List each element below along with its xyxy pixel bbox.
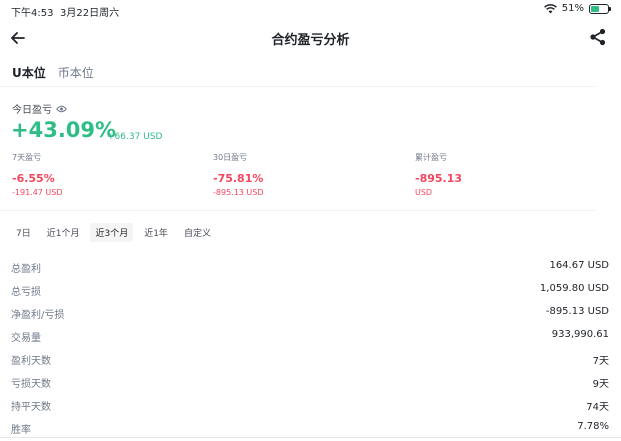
stat-label: 7天盈亏 [12,153,42,162]
range-tab-7d[interactable]: 7日 [11,223,36,242]
range-tab-1y[interactable]: 近1年 [139,223,173,242]
row-key: 持平天数 [11,402,51,413]
row-key: 亏损天数 [11,379,51,390]
today-pnl-usd: +66.37 USD [107,132,163,142]
battery-percent: 51% [561,3,584,14]
tab-coin-margined[interactable]: 币本位 [58,64,94,81]
row-value: 74天 [586,402,609,413]
status-date: 3月22日周六 [60,8,120,19]
list-item: 净盈利/亏损 -895.13 USD [0,300,621,323]
row-key: 净盈利/亏损 [11,310,65,321]
range-tab-1m[interactable]: 近1个月 [42,223,85,242]
page-title: 合约盈亏分析 [271,33,350,48]
status-time: 下午4:53 [11,8,54,19]
list-item: 交易量 933,990.61 [0,323,621,346]
divider [0,210,595,211]
row-key: 胜率 [11,425,31,436]
row-key: 总盈利 [11,264,41,275]
stat-7d: 7天盈亏 -6.55% -191.47 USD [12,152,63,197]
battery-fill [591,5,600,12]
divider [0,86,595,87]
status-right: 51% [543,3,611,14]
today-pnl-title: 今日盈亏 [12,105,52,116]
today-pnl-percent: +43.09% [11,118,117,142]
row-value: 9天 [592,379,609,390]
share-icon[interactable] [589,28,607,46]
battery-icon [589,3,611,14]
row-value: 164.67 USD [549,260,609,271]
stat-sub: -895.13 USD [213,188,264,197]
stat-value: -895.13 [415,172,463,185]
row-value: 933,990.61 [551,329,609,340]
list-item: 盈利天数 7天 [0,346,621,369]
stat-value: -6.55% [12,172,55,185]
row-key: 盈利天数 [11,356,51,367]
stat-label: 30日盈亏 [213,153,248,162]
list-item: 总亏损 1,059.80 USD [0,277,621,300]
tab-u-margined[interactable]: U本位 [12,64,46,81]
row-key: 交易量 [11,333,41,344]
eye-icon[interactable] [56,105,67,113]
row-value: 7.78% [577,421,609,432]
nav-bar: 合约盈亏分析 [0,22,621,56]
row-value: 1,059.80 USD [539,283,609,294]
list-item: 胜率 7.78% [0,415,621,438]
stat-sub: -191.47 USD [12,188,63,197]
stat-label: 累计盈亏 [415,153,447,162]
unit-tabs: U本位 币本位 [12,64,94,81]
list-item: 亏损天数 9天 [0,369,621,392]
row-value: 7天 [592,356,609,367]
range-tab-3m[interactable]: 近3个月 [90,223,134,242]
divider [0,437,621,438]
list-item: 持平天数 74天 [0,392,621,415]
stat-sub: USD [415,188,433,197]
wifi-icon [543,3,557,13]
range-tab-custom[interactable]: 自定义 [179,223,216,242]
stat-value: -75.81% [213,172,264,185]
stat-cumulative: 累计盈亏 -895.13 USD [415,152,462,197]
summary-list: 总盈利 164.67 USD 总亏损 1,059.80 USD 净盈利/亏损 -… [0,254,621,438]
status-bar: 下午4:53 3月22日周六 51% [0,0,621,20]
stat-30d: 30日盈亏 -75.81% -895.13 USD [213,152,264,197]
range-tabs: 7日 近1个月 近3个月 近1年 自定义 [11,223,216,242]
row-key: 总亏损 [11,287,41,298]
today-pnl-label: 今日盈亏 [12,101,67,116]
row-value: -895.13 USD [545,306,609,317]
list-item: 总盈利 164.67 USD [0,254,621,277]
